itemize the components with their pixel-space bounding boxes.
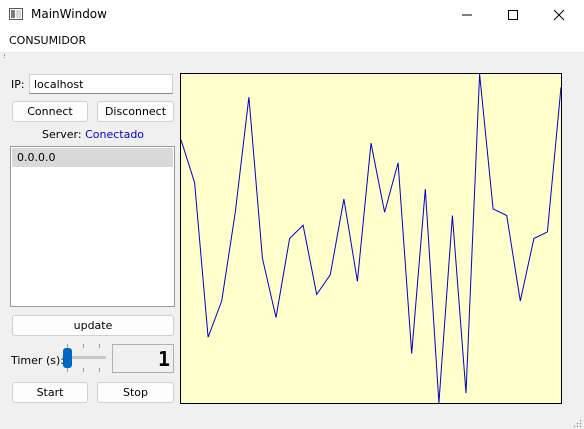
- update-button[interactable]: update: [12, 315, 174, 336]
- data-series-line: [181, 74, 561, 403]
- ip-input[interactable]: [29, 74, 173, 94]
- plot-area: [180, 73, 562, 404]
- maximize-button[interactable]: [490, 0, 536, 30]
- start-button[interactable]: Start: [12, 382, 88, 403]
- server-list[interactable]: 0.0.0.0: [10, 146, 175, 307]
- minimize-icon: [462, 14, 472, 16]
- slider-tick: [99, 368, 100, 372]
- maximize-icon: [508, 10, 518, 20]
- plot-svg: [181, 74, 561, 403]
- app-window-icon: [9, 8, 23, 20]
- slider-tick: [99, 344, 100, 348]
- server-status-row: Server: Conectado: [0, 128, 186, 141]
- ip-label: IP:: [11, 78, 25, 91]
- timer-lcd-value: 1: [157, 347, 170, 371]
- slider-handle[interactable]: [63, 348, 72, 368]
- list-item[interactable]: 0.0.0.0: [12, 148, 173, 167]
- window-title: MainWindow: [31, 7, 107, 21]
- toolbar-grip[interactable]: [4, 54, 7, 58]
- connect-button[interactable]: Connect: [12, 101, 88, 122]
- slider-tick: [67, 368, 68, 372]
- close-button[interactable]: [536, 0, 582, 30]
- menu-bar: CONSUMIDOR: [0, 30, 584, 53]
- size-grip-icon[interactable]: [574, 419, 582, 427]
- timer-label: Timer (s):: [11, 354, 64, 367]
- server-label: Server:: [41, 128, 82, 141]
- server-status: Conectado: [85, 128, 145, 141]
- slider-tick: [83, 368, 84, 372]
- title-bar: MainWindow: [0, 0, 584, 30]
- stop-button[interactable]: Stop: [97, 382, 174, 403]
- timer-lcd-display: 1: [112, 344, 174, 373]
- slider-tick: [83, 344, 84, 348]
- minimize-button[interactable]: [444, 0, 490, 30]
- menu-consumidor[interactable]: CONSUMIDOR: [9, 34, 86, 47]
- close-icon: [553, 9, 565, 21]
- disconnect-button[interactable]: Disconnect: [97, 101, 174, 122]
- timer-slider[interactable]: [62, 343, 106, 373]
